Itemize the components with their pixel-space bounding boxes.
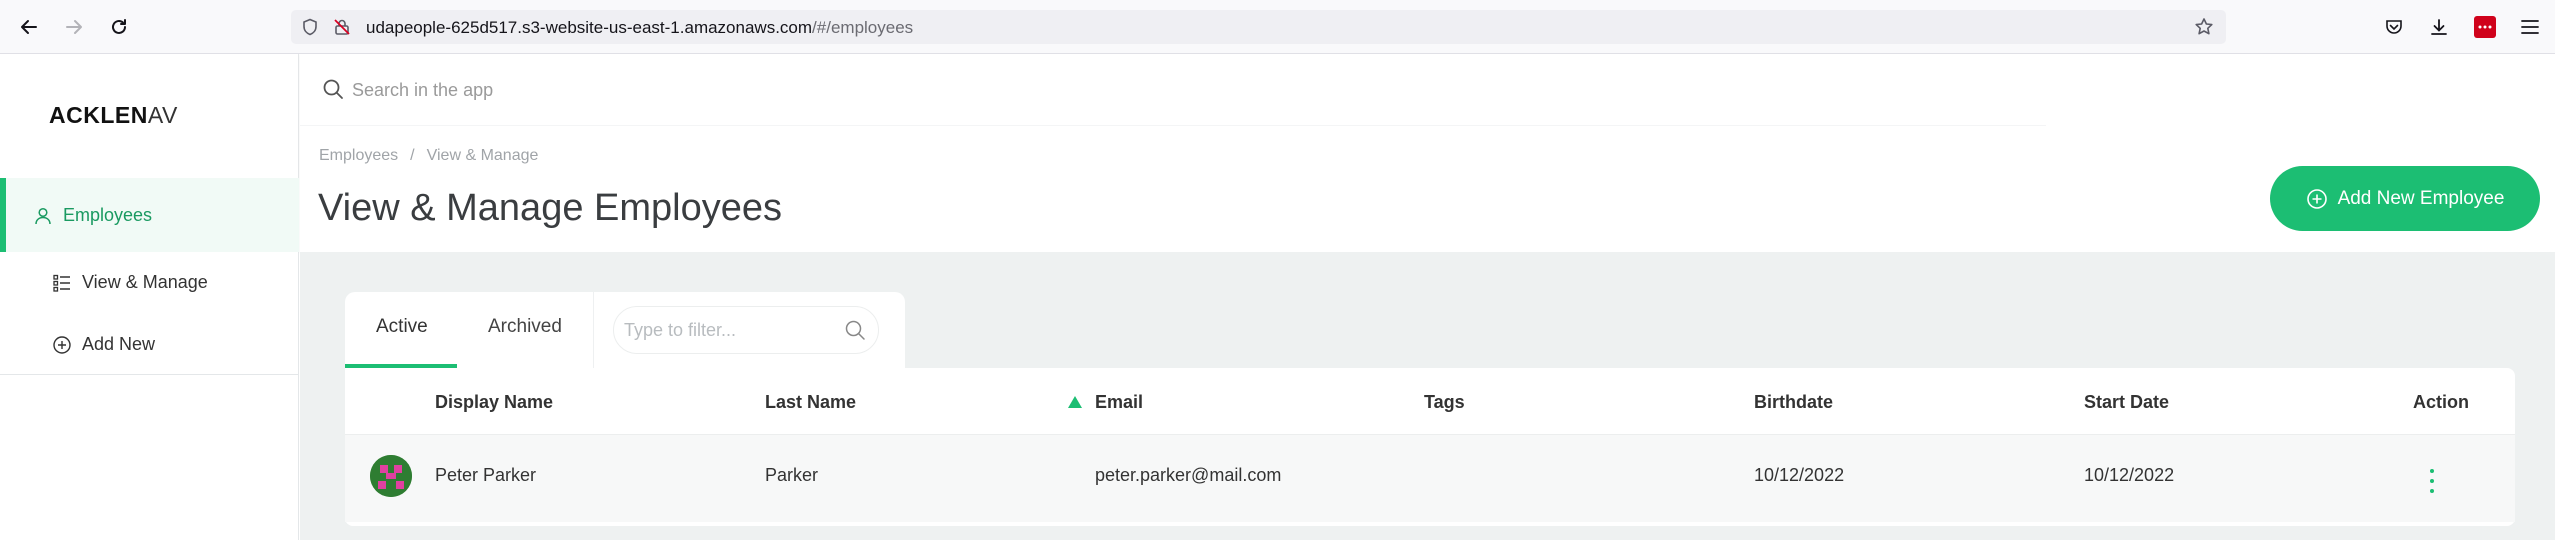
tabs-bar: Active Archived (345, 292, 905, 368)
breadcrumb-view-manage: View & Manage (426, 147, 539, 164)
add-new-employee-button[interactable]: Add New Employee (2270, 166, 2540, 231)
content-area: Active Archived Display Name Last Name E… (300, 252, 2555, 540)
bookmark-star-icon[interactable] (2193, 16, 2215, 38)
sidebar-item-label: Add New (82, 334, 156, 354)
url-host: udapeople-625d517.s3-website-us-east-1.a… (366, 18, 813, 37)
sidebar-item-employees[interactable]: Employees (33, 205, 152, 226)
sidebar-item-label: Employees (63, 205, 153, 225)
insecure-lock-icon[interactable] (331, 16, 353, 38)
pocket-icon[interactable] (2381, 14, 2407, 40)
breadcrumb-employees[interactable]: Employees (319, 147, 398, 164)
reload-icon[interactable] (105, 13, 133, 41)
column-header-start-date[interactable]: Start Date (2084, 392, 2169, 413)
cell-last-name: Parker (765, 465, 819, 485)
user-icon (35, 207, 51, 224)
sidebar-item-label: View & Manage (82, 272, 208, 292)
sidebar: ACKLENAV Employees View & Manage Add New (0, 54, 299, 540)
extension-icon[interactable] (2474, 16, 2496, 38)
back-icon[interactable] (15, 13, 43, 41)
search-icon[interactable] (844, 319, 866, 341)
column-header-birthdate[interactable]: Birthdate (1754, 392, 1833, 413)
sidebar-divider (0, 374, 299, 375)
page-title: View & Manage Employees (318, 187, 782, 229)
tab-active[interactable]: Active (376, 316, 428, 338)
sidebar-item-add-new[interactable]: Add New (52, 334, 155, 355)
shield-icon[interactable] (299, 16, 321, 38)
app-search-input[interactable] (352, 72, 1252, 108)
column-header-last-name[interactable]: Last Name (765, 392, 856, 413)
url-path: /#/employees (812, 18, 914, 37)
app-search-bar (300, 54, 2046, 126)
column-header-display-name[interactable]: Display Name (435, 392, 553, 413)
avatar (370, 455, 412, 497)
logo-light: AV (147, 102, 178, 128)
plus-circle-icon (2306, 188, 2327, 209)
page-header: Employees / View & Manage View & Manage Em… (300, 54, 2555, 252)
cell-birthdate: 10/12/2022 (1754, 465, 1845, 485)
add-button-label: Add New Employee (2337, 187, 2505, 209)
table-row[interactable]: Peter Parker Parker peter.parker@mail.co… (345, 434, 2515, 522)
plus-circle-icon (53, 335, 71, 354)
column-header-action: Action (2413, 392, 2469, 412)
cell-start-date: 10/12/2022 (2084, 465, 2175, 485)
breadcrumb: Employees / View & Manage (319, 147, 538, 165)
breadcrumb-separator: / (410, 147, 415, 164)
logo-bold: ACKLEN (49, 102, 148, 128)
menu-icon[interactable] (2517, 14, 2543, 40)
cell-email: peter.parker@mail.com (1095, 465, 1282, 485)
column-header-tags[interactable]: Tags (1424, 392, 1465, 413)
download-icon[interactable] (2426, 14, 2452, 40)
logo[interactable]: ACKLENAV (49, 102, 178, 129)
forward-icon[interactable] (60, 13, 88, 41)
search-icon (323, 79, 343, 99)
sort-ascending-icon[interactable] (1068, 396, 1082, 408)
row-actions-menu-icon[interactable] (2427, 469, 2437, 493)
column-header-email[interactable]: Email (1095, 392, 1143, 413)
url-text[interactable]: udapeople-625d517.s3-website-us-east-1.a… (366, 18, 913, 38)
filter-input[interactable] (624, 317, 824, 343)
cell-display-name: Peter Parker (435, 465, 537, 485)
address-bar[interactable]: udapeople-625d517.s3-website-us-east-1.a… (291, 10, 2226, 44)
tab-archived[interactable]: Archived (488, 316, 562, 338)
filter-box (613, 306, 879, 354)
browser-toolbar: udapeople-625d517.s3-website-us-east-1.a… (0, 0, 2555, 54)
list-icon (53, 274, 70, 292)
employees-table: Display Name Last Name Email Tags Birthd… (345, 368, 2515, 526)
tabs-divider (593, 292, 594, 368)
sidebar-item-view-manage[interactable]: View & Manage (52, 272, 208, 293)
